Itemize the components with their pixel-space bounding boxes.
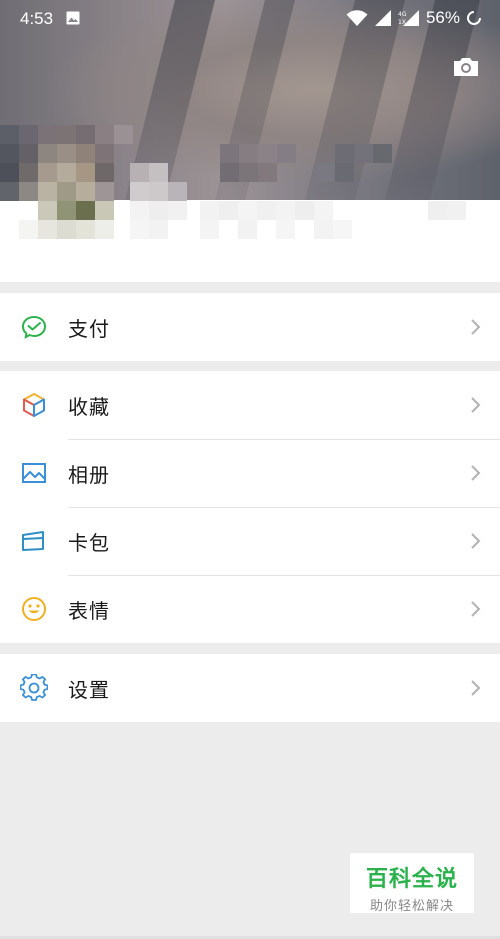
menu-item-album[interactable]: 相册 (0, 439, 500, 507)
menu-item-label: 设置 (68, 677, 110, 702)
menu-item-stickers[interactable]: 表情 (0, 575, 500, 643)
menu-item-cards[interactable]: 卡包 (0, 507, 500, 575)
menu-item-pay[interactable]: 支付 (0, 293, 500, 361)
album-picture-icon (22, 463, 46, 483)
watermark-subtitle: 助你轻松解决 (369, 899, 454, 914)
menu-item-label: 支付 (68, 316, 110, 341)
menu-item-favorites[interactable]: 收藏 (0, 371, 500, 439)
menu-item-settings[interactable]: 设置 (0, 654, 500, 722)
card-wallet-icon (22, 531, 44, 551)
menu-item-label: 相册 (68, 462, 110, 487)
menu-item-label: 卡包 (68, 530, 110, 555)
watermark-badge: 百科全说 助你轻松解决 (350, 853, 474, 914)
chevron-right-icon (471, 533, 481, 549)
signal-1x-icon: 4G 1X (398, 10, 419, 26)
menu-group-main: 收藏 相册 卡包 表情 (0, 371, 500, 643)
menu-group-pay: 支付 (0, 293, 500, 361)
chevron-right-icon (471, 601, 481, 617)
chevron-right-icon (471, 397, 481, 413)
settings-gear-icon (20, 674, 48, 701)
chevron-right-icon (471, 319, 481, 335)
menu-group-settings: 设置 (0, 654, 500, 722)
wifi-icon (346, 10, 368, 26)
menu-item-label: 表情 (68, 598, 110, 623)
watermark-title: 百科全说 (365, 867, 458, 892)
emoji-smile-icon (22, 597, 46, 621)
chevron-right-icon (471, 680, 481, 696)
image-notification-icon (66, 11, 80, 25)
svg-text:1X: 1X (398, 19, 406, 26)
wechat-pay-icon (21, 315, 47, 339)
status-time: 4:53 (20, 9, 54, 28)
battery-charging-icon (467, 11, 481, 25)
camera-icon[interactable] (452, 55, 480, 79)
menu-item-label: 收藏 (68, 394, 110, 419)
profile-header[interactable]: 4:53 4G 1X 56% (0, 0, 500, 282)
chevron-right-icon (471, 465, 481, 481)
battery-percent: 56% (425, 8, 460, 27)
status-bar: 4:53 4G 1X 56% (0, 0, 500, 38)
favorites-cube-icon (23, 393, 45, 417)
svg-text:4G: 4G (398, 11, 407, 18)
signal-4g-icon (374, 10, 391, 26)
